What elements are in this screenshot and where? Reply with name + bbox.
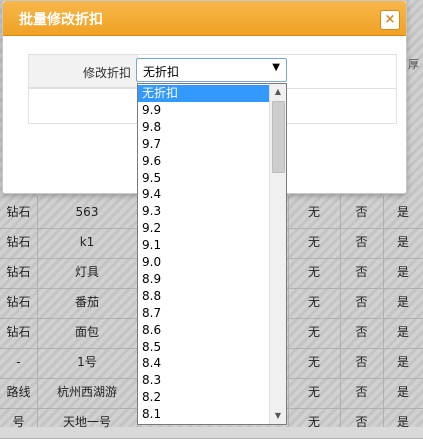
discount-select-value: 无折扣 bbox=[143, 65, 180, 79]
table-cell: 否 bbox=[355, 205, 368, 219]
table-cell: 钻石 bbox=[6, 295, 31, 309]
table-cell: 否 bbox=[355, 385, 368, 399]
table-cell: 否 bbox=[355, 415, 368, 429]
dropdown-option[interactable]: 9.8 bbox=[138, 119, 274, 136]
table-header-fragment: 厚 bbox=[408, 58, 419, 71]
dropdown-scrollbar[interactable]: ▲ ▼ bbox=[269, 84, 286, 424]
discount-dropdown-list[interactable]: 无折扣 9.9 9.8 9.7 9.6 9.5 9.4 9.3 9.2 9.1 9.0 8.9 8.8 8… bbox=[137, 83, 287, 425]
dropdown-option[interactable]: 9.6 bbox=[138, 153, 274, 170]
table-cell: 是 bbox=[396, 355, 409, 369]
dropdown-option[interactable]: 8.4 bbox=[138, 355, 274, 372]
table-cell: 是 bbox=[396, 385, 409, 399]
table-cell: 563 bbox=[75, 205, 99, 219]
dropdown-option[interactable]: 9.9 bbox=[138, 102, 274, 119]
table-cell: 是 bbox=[396, 295, 409, 309]
discount-select[interactable]: 无折扣 ▼ bbox=[136, 58, 287, 82]
dropdown-option[interactable]: 9.0 bbox=[138, 254, 274, 271]
chevron-down-icon[interactable]: ▼ bbox=[272, 62, 280, 73]
dialog-header: 批量修改折扣 × bbox=[3, 1, 406, 36]
table-cell: 是 bbox=[396, 265, 409, 279]
dropdown-option[interactable]: 9.3 bbox=[138, 203, 274, 220]
dropdown-option[interactable]: 9.2 bbox=[138, 220, 274, 237]
table-cell: 番茄 bbox=[74, 295, 99, 309]
table-cell: 是 bbox=[396, 235, 409, 249]
table-cell: 天地一号 bbox=[62, 415, 111, 429]
scroll-up-icon[interactable]: ▲ bbox=[270, 84, 286, 100]
table-cell: 面包 bbox=[74, 325, 99, 339]
dropdown-option[interactable]: 8.7 bbox=[138, 305, 274, 322]
dropdown-option[interactable]: 8.3 bbox=[138, 372, 274, 389]
table-cell: 否 bbox=[355, 265, 368, 279]
table-cell: 无 bbox=[307, 205, 320, 219]
table-cell: 钻石 bbox=[6, 235, 31, 249]
dropdown-option[interactable]: 8.5 bbox=[138, 339, 274, 356]
dialog-title: 批量修改折扣 bbox=[19, 12, 103, 28]
dropdown-option[interactable]: 8.2 bbox=[138, 389, 274, 406]
table-cell: 是 bbox=[396, 415, 409, 429]
dropdown-option[interactable]: 9.7 bbox=[138, 136, 274, 153]
table-cell: 是 bbox=[396, 325, 409, 339]
table-cell: k1 bbox=[79, 235, 95, 249]
table-cell: 否 bbox=[355, 325, 368, 339]
table-cell: 无 bbox=[307, 325, 320, 339]
close-button[interactable]: × bbox=[380, 10, 400, 30]
dropdown-option[interactable]: 8.6 bbox=[138, 322, 274, 339]
table-cell: 无 bbox=[307, 385, 320, 399]
table-cell: 无 bbox=[307, 415, 320, 429]
dropdown-option[interactable]: 8.9 bbox=[138, 271, 274, 288]
dropdown-option[interactable]: 9.4 bbox=[138, 186, 274, 203]
table-cell: 钻石 bbox=[6, 205, 31, 219]
table-cell: 灯具 bbox=[74, 265, 99, 279]
dropdown-option[interactable]: 9.1 bbox=[138, 237, 274, 254]
table-cell: 否 bbox=[355, 235, 368, 249]
table-cell: 1号 bbox=[77, 355, 97, 369]
dropdown-option[interactable]: 9.5 bbox=[138, 170, 274, 187]
table-cell: - bbox=[16, 355, 21, 369]
table-cell: 否 bbox=[355, 295, 368, 309]
dropdown-option[interactable]: 无折扣 bbox=[138, 85, 274, 102]
table-cell: 钻石 bbox=[6, 325, 31, 339]
table-cell: 否 bbox=[355, 355, 368, 369]
dropdown-option[interactable]: 8.8 bbox=[138, 288, 274, 305]
dropdown-option[interactable]: 8.1 bbox=[138, 406, 274, 423]
table-cell: 钻石 bbox=[6, 265, 31, 279]
table-cell: 无 bbox=[307, 265, 320, 279]
scroll-down-icon[interactable]: ▼ bbox=[270, 408, 286, 424]
table-cell: 无 bbox=[307, 295, 320, 309]
form-label-cell: 修改折扣 bbox=[29, 55, 138, 88]
scrollbar-thumb[interactable] bbox=[272, 101, 285, 173]
table-cell: 无 bbox=[307, 235, 320, 249]
table-cell: 无 bbox=[307, 355, 320, 369]
table-cell: 号 bbox=[12, 415, 25, 429]
table-cell: 杭州西湖游 bbox=[56, 385, 117, 399]
table-cell: 是 bbox=[396, 205, 409, 219]
discount-label: 修改折扣 bbox=[82, 66, 131, 80]
table-cell: 路线 bbox=[6, 385, 31, 399]
